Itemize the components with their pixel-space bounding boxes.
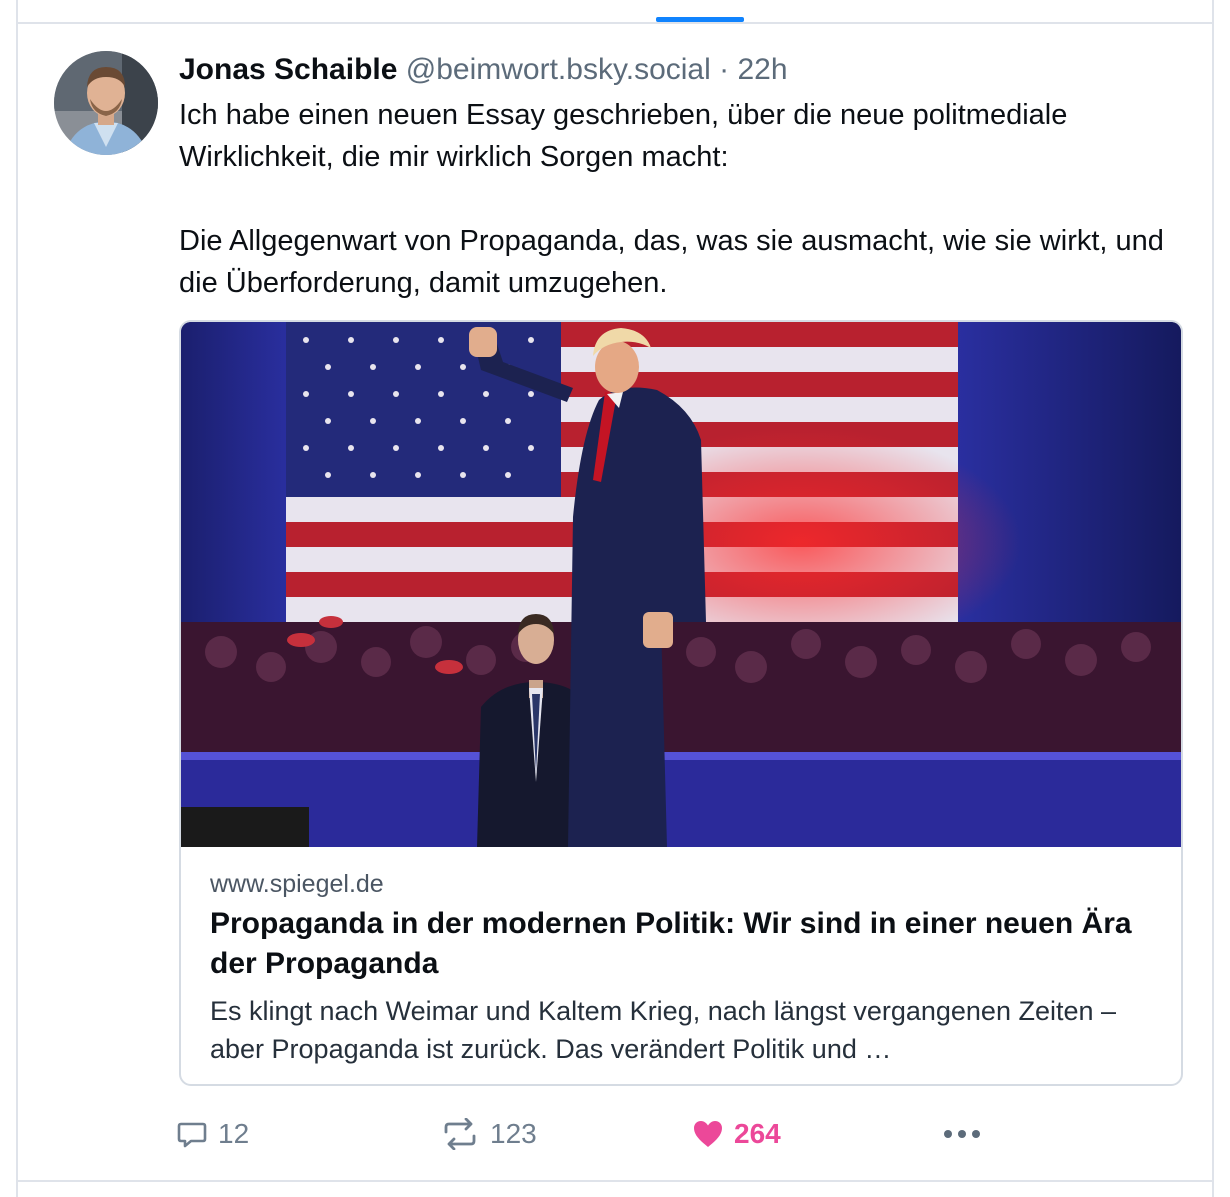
author-name[interactable]: Jonas Schaible bbox=[179, 53, 397, 86]
post-divider bbox=[16, 1180, 1214, 1182]
like-count: 264 bbox=[734, 1118, 781, 1149]
link-description: Es klingt nach Weimar und Kaltem Krieg, … bbox=[210, 996, 1117, 1064]
post-timestamp[interactable]: 22h bbox=[737, 53, 787, 86]
repost-button[interactable]: 123 bbox=[440, 1112, 537, 1156]
author-handle[interactable]: @beimwort.bsky.social bbox=[406, 53, 711, 86]
author-avatar[interactable] bbox=[54, 51, 158, 155]
link-domain: www.spiegel.de bbox=[210, 870, 384, 898]
heart-icon bbox=[694, 1121, 722, 1147]
ellipsis-icon bbox=[944, 1130, 980, 1138]
post-text: Ich habe einen neuen Essay geschrieben, … bbox=[179, 94, 1189, 304]
like-button[interactable]: 264 bbox=[692, 1112, 781, 1156]
active-tab-indicator bbox=[656, 17, 744, 22]
post-paragraph: Ich habe einen neuen Essay geschrieben, … bbox=[179, 99, 1068, 173]
link-title: Propaganda in der modernen Politik: Wir … bbox=[210, 907, 1132, 980]
repost-count: 123 bbox=[490, 1118, 537, 1149]
reply-count: 12 bbox=[218, 1118, 250, 1149]
link-preview-card[interactable]: www.spiegel.de Propaganda in der moderne… bbox=[179, 320, 1183, 1086]
link-preview-image bbox=[181, 322, 1181, 847]
more-options-button[interactable] bbox=[942, 1112, 982, 1156]
separator: · bbox=[719, 53, 730, 86]
repost-arrows-icon bbox=[444, 1118, 476, 1150]
post-header: Jonas Schaible @beimwort.bsky.social · 2… bbox=[179, 50, 788, 90]
reply-button[interactable]: 12 bbox=[176, 1112, 249, 1156]
post-paragraph: Die Allgegenwart von Propaganda, das, wa… bbox=[179, 225, 1164, 299]
post-action-bar: 12 123 264 bbox=[176, 1112, 996, 1156]
speech-bubble-icon bbox=[177, 1122, 207, 1148]
tab-bar-divider bbox=[16, 22, 1214, 24]
